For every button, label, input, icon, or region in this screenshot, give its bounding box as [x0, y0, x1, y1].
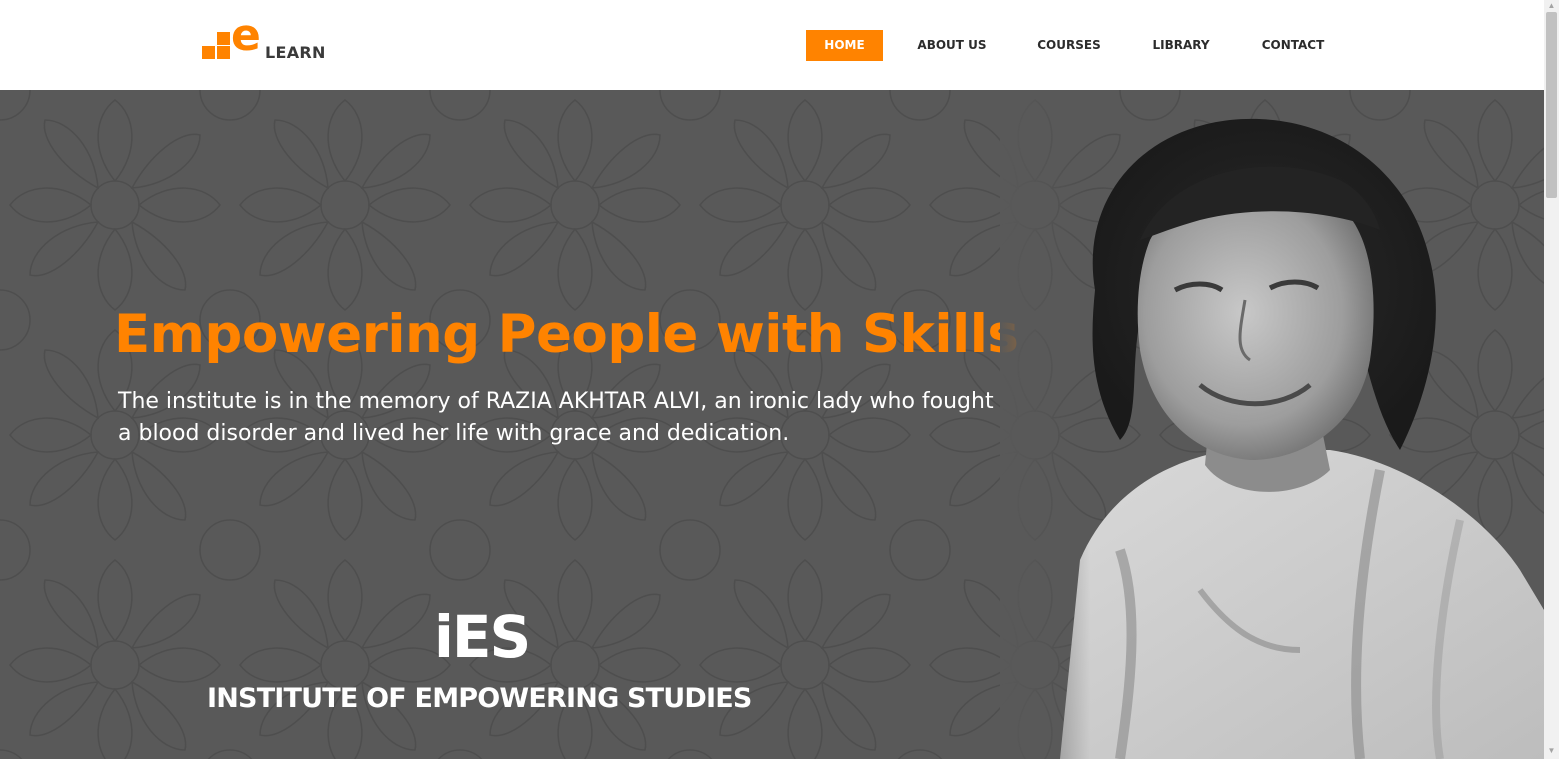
scroll-up-icon[interactable]: ▲ [1544, 0, 1559, 12]
logo-square-icon [202, 46, 215, 59]
nav-contact[interactable]: CONTACT [1256, 30, 1330, 61]
scroll-down-icon[interactable]: ▼ [1544, 745, 1559, 757]
page-scrollbar[interactable]: ▲ ▼ [1544, 0, 1559, 759]
site-header: e LEARN HOME ABOUT US COURSES LIBRARY CO… [0, 0, 1544, 90]
nav-courses[interactable]: COURSES [1031, 30, 1107, 61]
logo-text: LEARN [265, 43, 326, 62]
hero-description: The institute is in the memory of RAZIA … [118, 389, 994, 446]
logo-e-letter: e [231, 10, 261, 61]
elearn-logo[interactable]: e LEARN [202, 14, 342, 64]
nav-about-us[interactable]: ABOUT US [912, 30, 992, 61]
institute-name: INSTITUTE OF EMPOWERING STUDIES [207, 683, 752, 714]
nav-library[interactable]: LIBRARY [1146, 30, 1216, 61]
logo-square-icon [217, 32, 230, 45]
logo-square-icon [217, 46, 230, 59]
page: e LEARN HOME ABOUT US COURSES LIBRARY CO… [0, 0, 1559, 759]
scrollbar-thumb[interactable] [1546, 12, 1557, 198]
nav-home[interactable]: HOME [806, 30, 883, 61]
hero-title: Empowering People with Skills [114, 304, 1019, 365]
hero-banner: Empowering People with Skills The instit… [0, 90, 1544, 759]
ies-logo-text: iES [434, 603, 531, 671]
portrait-photo [1000, 90, 1544, 759]
